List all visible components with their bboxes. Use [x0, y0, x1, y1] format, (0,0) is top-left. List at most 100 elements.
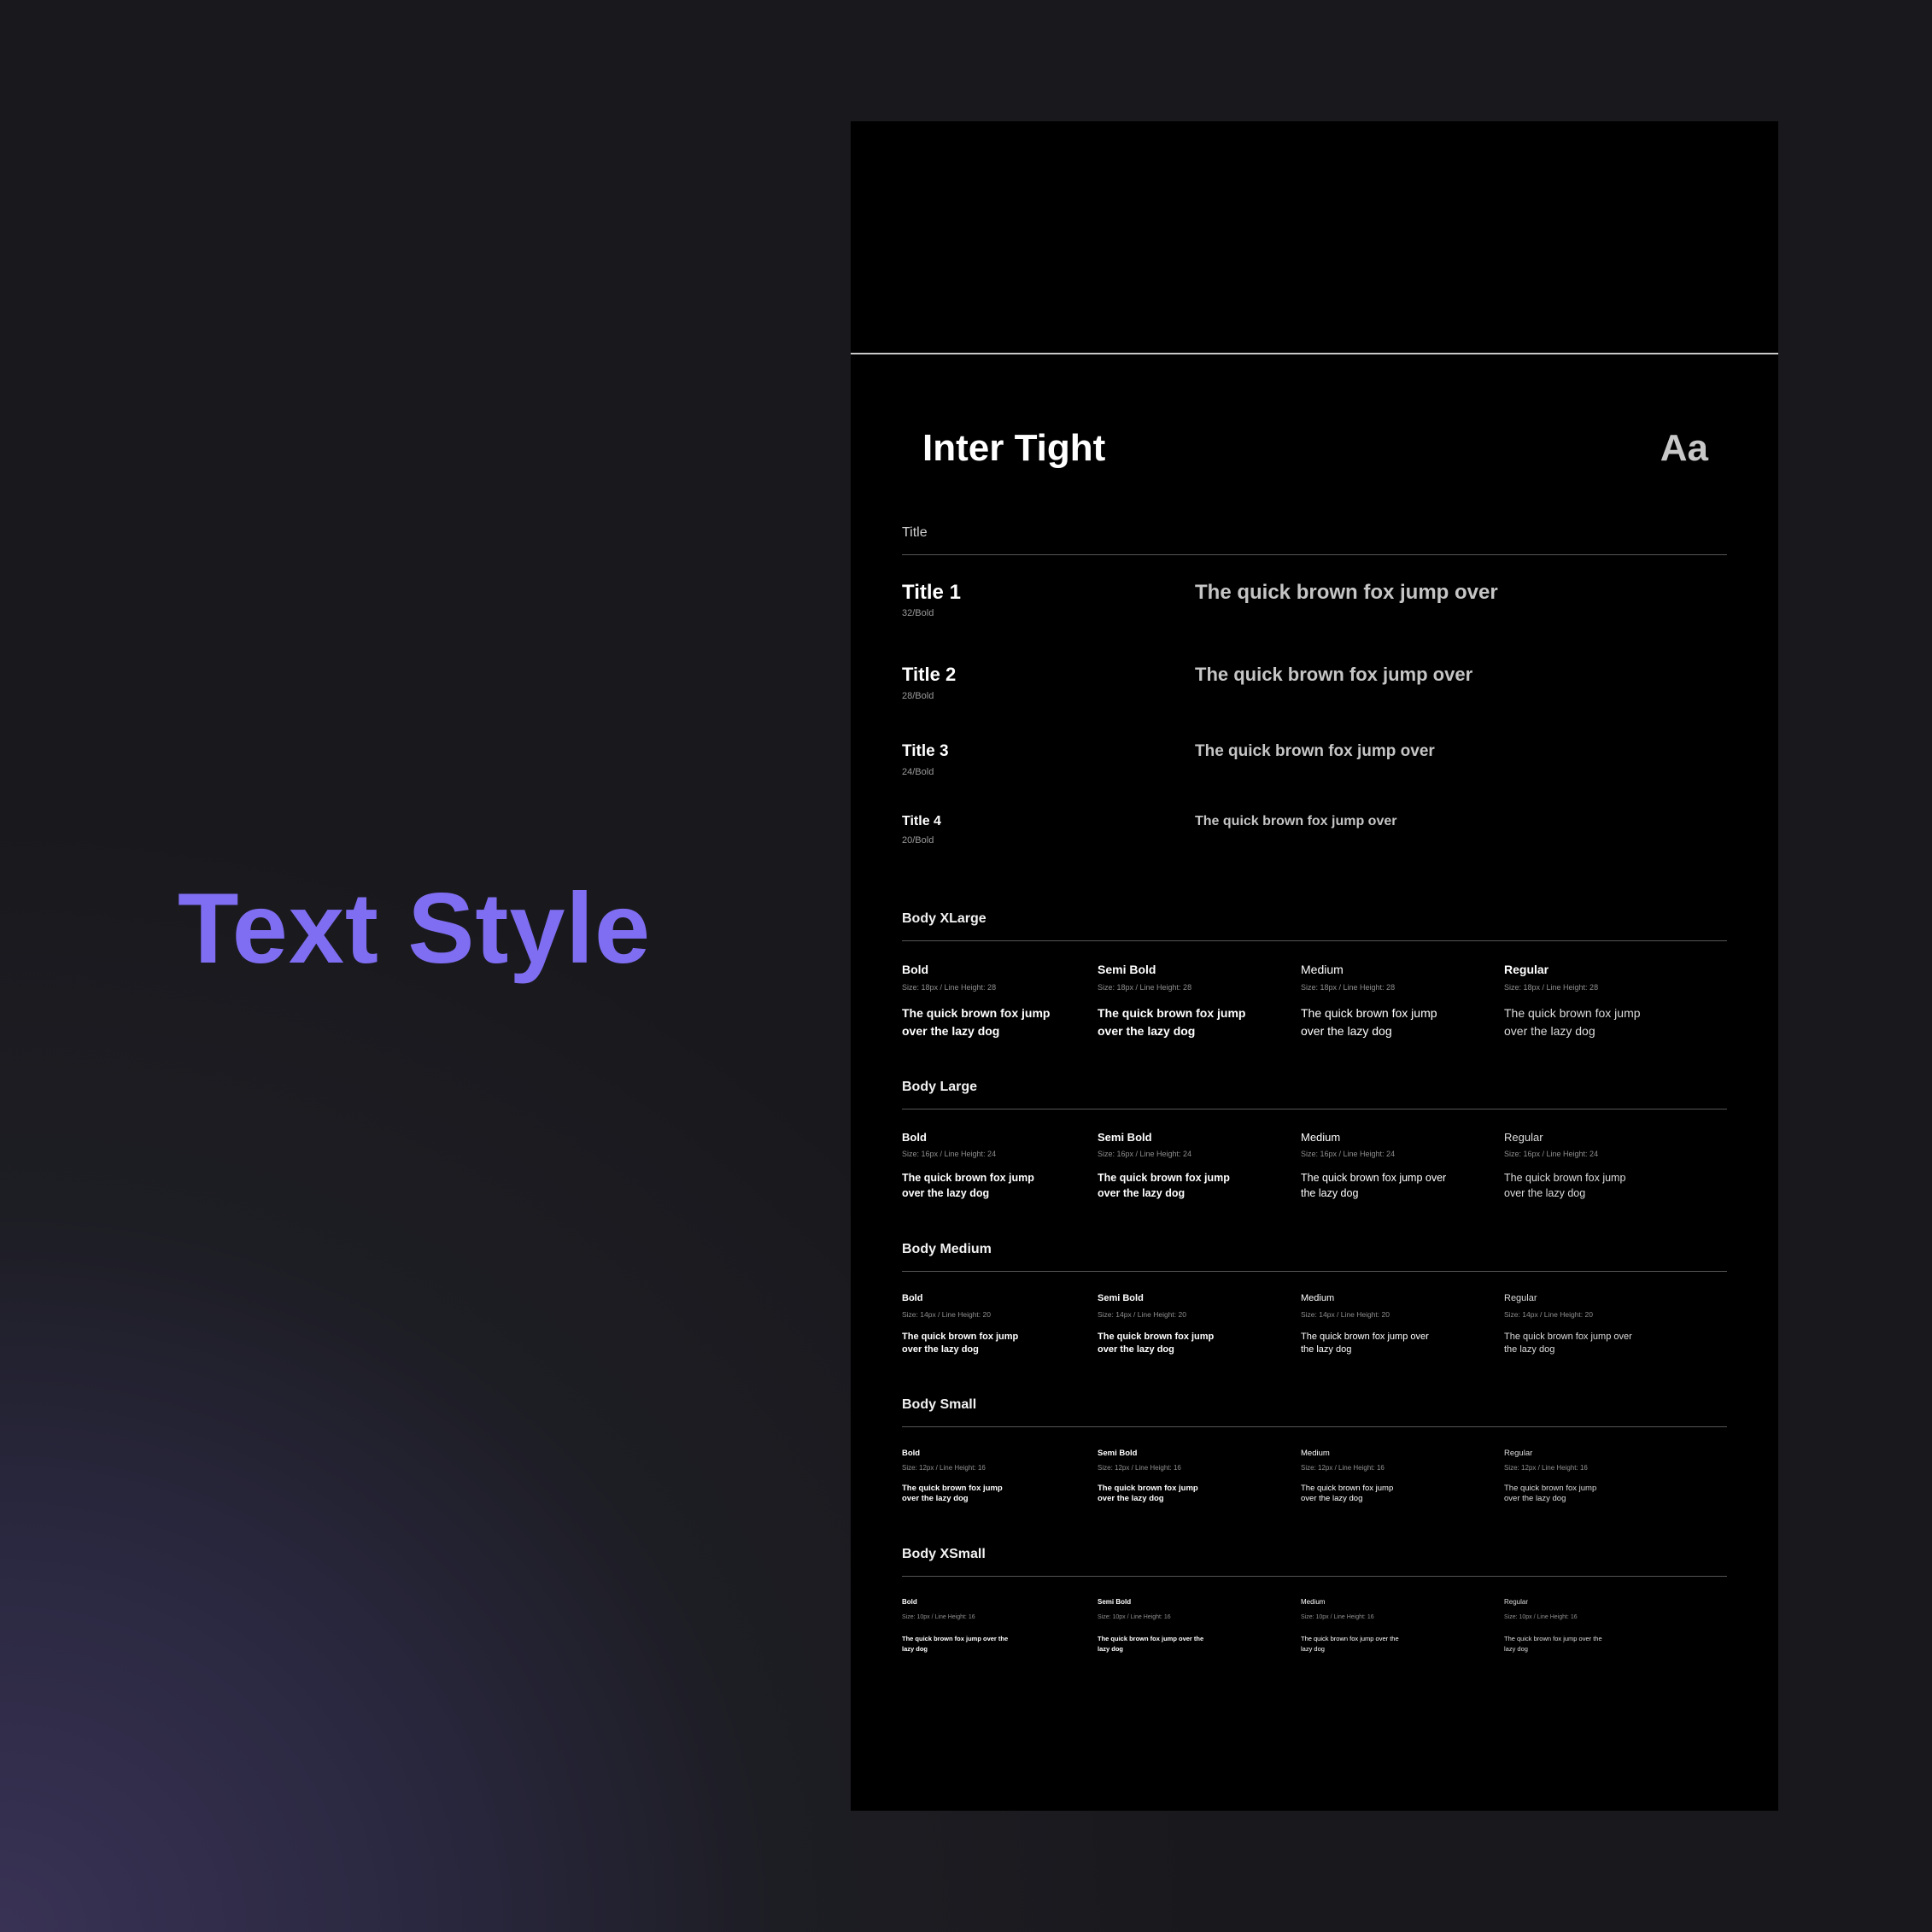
section-label-body-small: Body Small [902, 1397, 1727, 1427]
weight-label: Medium [1301, 1293, 1335, 1303]
weight-sample: The quick brown fox jump over the lazy d… [1504, 1331, 1632, 1355]
weight-label: Regular [1504, 963, 1549, 976]
title-style-spec: 24/Bold [902, 767, 934, 777]
weight-column-bold: Bold Size: 16px / Line Height: 24 The qu… [902, 1132, 1098, 1242]
weight-label: Semi Bold [1098, 1131, 1152, 1144]
weight-column-semibold: Semi Bold Size: 12px / Line Height: 16 T… [1098, 1449, 1301, 1547]
weight-spec: Size: 18px / Line Height: 28 [902, 983, 997, 992]
weight-sample: The quick brown fox jump over the lazy d… [1301, 1483, 1394, 1503]
weight-spec: Size: 14px / Line Height: 20 [1098, 1310, 1186, 1319]
weight-sample: The quick brown fox jump over the lazy d… [1098, 1006, 1246, 1038]
title-style-name: Title 3 [902, 742, 949, 760]
title-row: Title 4 20/Bold The quick brown fox jump… [902, 815, 1727, 911]
hero-title: Text Style [178, 872, 652, 984]
weight-label: Bold [902, 1598, 917, 1606]
panel-header-area [851, 121, 1778, 354]
weight-column-bold: Bold Size: 10px / Line Height: 16 The qu… [902, 1599, 1098, 1684]
type-specimen-panel: Inter Tight Aa Title Title 1 32/Bold The… [851, 121, 1778, 1811]
weight-spec: Size: 12px / Line Height: 16 [1301, 1463, 1385, 1472]
weight-column-regular: Regular Size: 16px / Line Height: 24 The… [1504, 1132, 1727, 1242]
weight-sample: The quick brown fox jump over the lazy d… [902, 1006, 1051, 1038]
weight-column-medium: Medium Size: 18px / Line Height: 28 The … [1301, 963, 1504, 1080]
title-style-sample: The quick brown fox jump over [1195, 742, 1435, 760]
weight-label: Medium [1301, 1598, 1326, 1606]
title-style-spec: 20/Bold [902, 835, 934, 846]
weight-column-regular: Regular Size: 14px / Line Height: 20 The… [1504, 1294, 1727, 1397]
title-style-name: Title 1 [902, 581, 961, 604]
weight-sample: The quick brown fox jump over the lazy d… [902, 1172, 1034, 1199]
title-style-spec: 32/Bold [902, 608, 934, 618]
weight-spec: Size: 18px / Line Height: 28 [1098, 983, 1192, 992]
weight-sample: The quick brown fox jump over the lazy d… [1504, 1172, 1626, 1199]
weight-sample: The quick brown fox jump over the lazy d… [902, 1331, 1019, 1355]
title-style-name: Title 2 [902, 664, 957, 685]
weight-label: Semi Bold [1098, 1293, 1144, 1303]
title-style-sample: The quick brown fox jump over [1195, 814, 1397, 828]
weight-label: Bold [902, 963, 929, 976]
weight-spec: Size: 18px / Line Height: 28 [1301, 983, 1396, 992]
weight-label: Semi Bold [1098, 1598, 1132, 1606]
weight-column-regular: Regular Size: 12px / Line Height: 16 The… [1504, 1449, 1727, 1547]
weight-sample: The quick brown fox jump over the lazy d… [1098, 1331, 1215, 1355]
weight-column-medium: Medium Size: 14px / Line Height: 20 The … [1301, 1294, 1504, 1397]
title-style-sample: The quick brown fox jump over [1195, 664, 1473, 685]
weight-spec: Size: 16px / Line Height: 24 [902, 1150, 997, 1158]
weight-column-medium: Medium Size: 12px / Line Height: 16 The … [1301, 1449, 1504, 1547]
weight-grid: Bold Size: 16px / Line Height: 24 The qu… [902, 1109, 1727, 1242]
weight-label: Medium [1301, 963, 1344, 976]
weight-spec: Size: 10px / Line Height: 16 [902, 1614, 975, 1620]
weight-spec: Size: 18px / Line Height: 28 [1504, 983, 1599, 992]
weight-sample: The quick brown fox jump over the lazy d… [902, 1483, 1003, 1503]
weight-sample: The quick brown fox jump over the lazy d… [1098, 1483, 1198, 1503]
weight-spec: Size: 14px / Line Height: 20 [1504, 1310, 1593, 1319]
section-label-title: Title [902, 525, 1727, 555]
font-name: Inter Tight [922, 427, 1106, 469]
weight-spec: Size: 10px / Line Height: 16 [1504, 1614, 1578, 1620]
weight-sample: The quick brown fox jump over the lazy d… [1504, 1635, 1602, 1653]
weight-spec: Size: 12px / Line Height: 16 [1098, 1463, 1181, 1472]
title-style-name: Title 4 [902, 814, 941, 828]
weight-grid: Bold Size: 18px / Line Height: 28 The qu… [902, 941, 1727, 1080]
weight-sample: The quick brown fox jump over the lazy d… [1098, 1635, 1204, 1653]
title-row: Title 1 32/Bold The quick brown fox jump… [902, 583, 1727, 665]
weight-sample: The quick brown fox jump over the lazy d… [1504, 1006, 1641, 1038]
weight-label: Regular [1504, 1293, 1537, 1303]
section-label-body-large: Body Large [902, 1080, 1727, 1109]
weight-sample: The quick brown fox jump over the lazy d… [1098, 1172, 1230, 1199]
weight-column-bold: Bold Size: 14px / Line Height: 20 The qu… [902, 1294, 1098, 1397]
weight-column-bold: Bold Size: 18px / Line Height: 28 The qu… [902, 963, 1098, 1080]
weight-spec: Size: 16px / Line Height: 24 [1504, 1150, 1599, 1158]
weight-column-medium: Medium Size: 10px / Line Height: 16 The … [1301, 1599, 1504, 1684]
weight-column-semibold: Semi Bold Size: 10px / Line Height: 16 T… [1098, 1599, 1301, 1684]
title-row: Title 3 24/Bold The quick brown fox jump… [902, 743, 1727, 815]
weight-column-bold: Bold Size: 12px / Line Height: 16 The qu… [902, 1449, 1098, 1547]
weight-label: Bold [902, 1131, 927, 1144]
weight-spec: Size: 16px / Line Height: 24 [1098, 1150, 1192, 1158]
specimen-content: Title Title 1 32/Bold The quick brown fo… [851, 525, 1778, 1684]
weight-spec: Size: 14px / Line Height: 20 [902, 1310, 991, 1319]
section-label-body-xsmall: Body XSmall [902, 1547, 1727, 1577]
weight-column-semibold: Semi Bold Size: 16px / Line Height: 24 T… [1098, 1132, 1301, 1242]
weight-spec: Size: 12px / Line Height: 16 [1504, 1463, 1588, 1472]
weight-grid: Bold Size: 10px / Line Height: 16 The qu… [902, 1577, 1727, 1684]
weight-label: Semi Bold [1098, 1449, 1138, 1458]
weight-grid: Bold Size: 12px / Line Height: 16 The qu… [902, 1427, 1727, 1547]
weight-sample: The quick brown fox jump over the lazy d… [1301, 1172, 1447, 1199]
weight-label: Bold [902, 1293, 923, 1303]
section-label-body-medium: Body Medium [902, 1242, 1727, 1272]
section-label-body-xlarge: Body XLarge [902, 911, 1727, 941]
weight-sample: The quick brown fox jump over the lazy d… [1504, 1483, 1597, 1503]
weight-sample: The quick brown fox jump over the lazy d… [902, 1635, 1009, 1653]
weight-spec: Size: 16px / Line Height: 24 [1301, 1150, 1396, 1158]
weight-label: Semi Bold [1098, 963, 1156, 976]
weight-label: Bold [902, 1449, 921, 1458]
weight-label: Regular [1504, 1598, 1529, 1606]
weight-column-medium: Medium Size: 16px / Line Height: 24 The … [1301, 1132, 1504, 1242]
weight-spec: Size: 14px / Line Height: 20 [1301, 1310, 1390, 1319]
weight-sample: The quick brown fox jump over the lazy d… [1301, 1635, 1399, 1653]
title-style-sample: The quick brown fox jump over [1195, 581, 1498, 604]
weight-spec: Size: 12px / Line Height: 16 [902, 1463, 986, 1472]
title-row: Title 2 28/Bold The quick brown fox jump… [902, 665, 1727, 743]
weight-column-semibold: Semi Bold Size: 18px / Line Height: 28 T… [1098, 963, 1301, 1080]
font-header: Inter Tight Aa [851, 354, 1778, 525]
